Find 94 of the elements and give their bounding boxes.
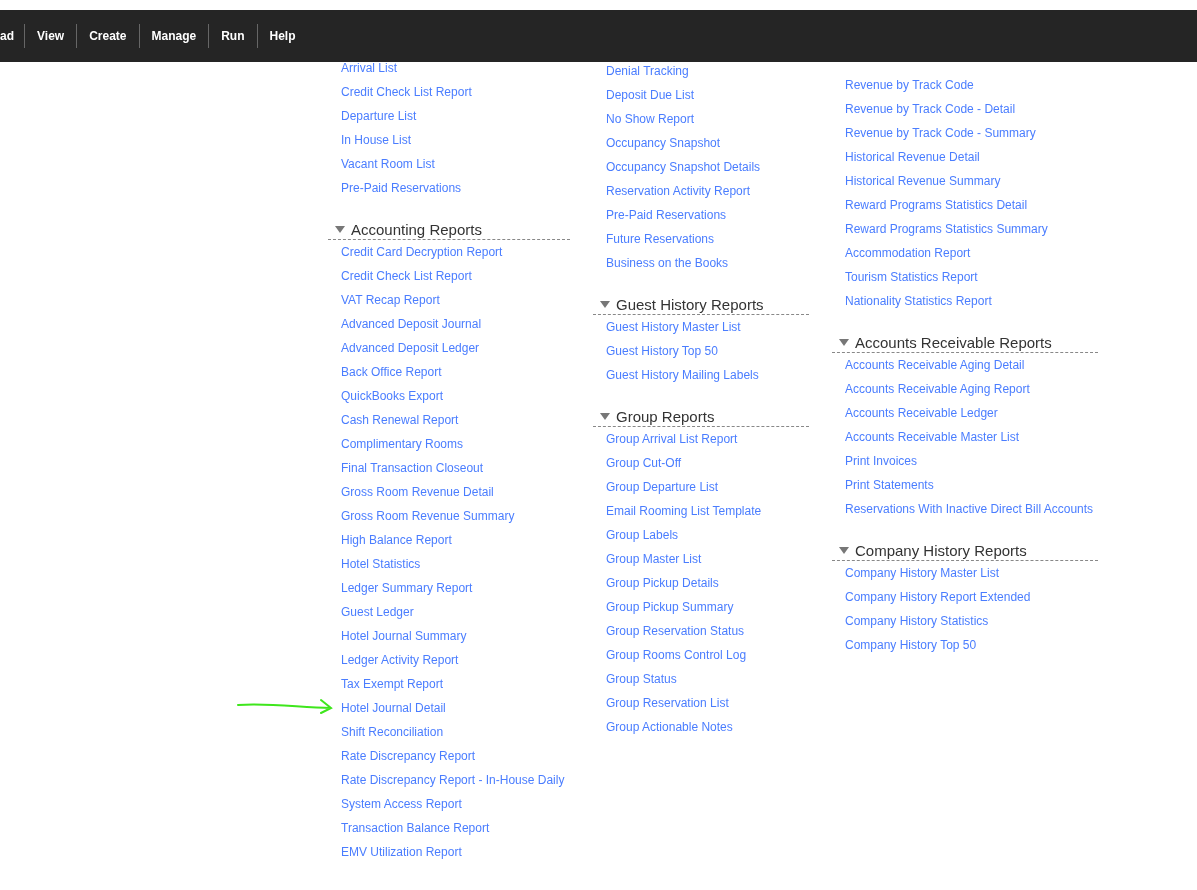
section-heading: Accounting Reports — [351, 221, 482, 237]
report-link[interactable]: Group Pickup Summary — [606, 598, 734, 616]
report-link[interactable]: Reward Programs Statistics Detail — [845, 196, 1028, 214]
report-link[interactable]: Vacant Room List — [341, 155, 435, 173]
report-link[interactable]: Guest History Master List — [606, 318, 741, 336]
report-link[interactable]: Guest Ledger — [341, 603, 414, 621]
report-link[interactable]: Deposit Due List — [606, 86, 695, 104]
menu-item[interactable]: Manage — [139, 27, 209, 45]
collapse-triangle-icon[interactable] — [839, 338, 849, 346]
report-link[interactable]: Advanced Deposit Journal — [341, 315, 482, 333]
report-link[interactable]: Ledger Activity Report — [341, 651, 459, 669]
report-link[interactable]: QuickBooks Export — [341, 387, 444, 405]
report-link[interactable]: Group Arrival List Report — [606, 430, 738, 448]
report-link[interactable]: Cash Renewal Report — [341, 411, 459, 429]
report-link[interactable]: Guest History Mailing Labels — [606, 366, 759, 384]
report-link[interactable]: Revenue by Track Code - Detail — [845, 100, 1016, 118]
report-link[interactable]: System Access Report — [341, 795, 462, 813]
report-link[interactable]: VAT Recap Report — [341, 291, 440, 309]
menu-item[interactable]: ad — [0, 27, 24, 45]
report-link[interactable]: Transaction Balance Report — [341, 819, 490, 837]
report-link[interactable]: Credit Check List Report — [341, 267, 472, 285]
report-link[interactable]: Hotel Statistics — [341, 555, 421, 573]
report-link[interactable]: Occupancy Snapshot — [606, 134, 721, 152]
report-link[interactable]: Hotel Journal Detail — [341, 699, 446, 717]
report-link[interactable]: Rate Discrepancy Report — [341, 747, 476, 765]
report-link[interactable]: Accounts Receivable Aging Detail — [845, 356, 1025, 374]
report-link[interactable]: Historical Revenue Detail — [845, 148, 980, 166]
report-link[interactable]: Reservation Activity Report — [606, 182, 751, 200]
report-link[interactable]: Accounts Receivable Aging Report — [845, 380, 1030, 398]
report-link[interactable]: Group Labels — [606, 526, 679, 544]
report-link[interactable]: Gross Room Revenue Summary — [341, 507, 515, 525]
report-link[interactable]: Rate Discrepancy Report - In-House Daily — [341, 771, 565, 789]
report-link[interactable]: Pre-Paid Reservations — [606, 206, 727, 224]
report-link[interactable]: In House List — [341, 131, 412, 149]
report-link[interactable]: No Show Report — [606, 110, 695, 128]
report-link[interactable]: Nationality Statistics Report — [845, 292, 992, 310]
report-link[interactable]: Revenue by Track Code - Summary — [845, 124, 1036, 142]
collapse-triangle-icon[interactable] — [839, 546, 849, 554]
report-link[interactable]: Occupancy Snapshot Details — [606, 158, 761, 176]
menu-item[interactable]: Help — [257, 27, 308, 45]
report-link[interactable]: Email Rooming List Template — [606, 502, 762, 520]
menu-item[interactable]: Create — [77, 27, 139, 45]
report-link[interactable]: Group Status — [606, 670, 677, 688]
report-link[interactable]: Accounts Receivable Ledger — [845, 404, 998, 422]
report-link[interactable]: Tax Exempt Report — [341, 675, 444, 693]
section-heading: Guest History Reports — [616, 296, 764, 312]
report-link[interactable]: Company History Statistics — [845, 612, 989, 630]
report-link[interactable]: Future Reservations — [606, 230, 715, 248]
report-link[interactable]: Group Reservation List — [606, 694, 729, 712]
report-link[interactable]: Company History Master List — [845, 564, 1000, 582]
menu-item[interactable]: Run — [209, 27, 257, 45]
report-link[interactable]: Denial Tracking — [606, 62, 689, 80]
report-link[interactable]: Credit Check List Report — [341, 83, 472, 101]
report-link[interactable]: High Balance Report — [341, 531, 452, 549]
report-link[interactable]: Pre-Paid Reservations — [341, 179, 462, 197]
report-link[interactable]: Final Transaction Closeout — [341, 459, 484, 477]
report-link[interactable]: Group Rooms Control Log — [606, 646, 747, 664]
collapse-triangle-icon[interactable] — [335, 225, 345, 233]
report-link[interactable]: Gross Room Revenue Detail — [341, 483, 494, 501]
report-link[interactable]: Back Office Report — [341, 363, 442, 381]
report-link[interactable]: Group Cut-Off — [606, 454, 682, 472]
report-link[interactable]: EMV Utilization Report — [341, 843, 462, 861]
report-link[interactable]: Shift Reconciliation — [341, 723, 444, 741]
report-link[interactable]: Print Invoices — [845, 452, 918, 470]
collapse-triangle-icon[interactable] — [600, 412, 610, 420]
report-link[interactable]: Reward Programs Statistics Summary — [845, 220, 1048, 238]
report-link[interactable]: Arrival List — [341, 59, 397, 77]
report-link[interactable]: Ledger Summary Report — [341, 579, 473, 597]
report-link[interactable]: Advanced Deposit Ledger — [341, 339, 480, 357]
report-link[interactable]: Revenue by Track Code — [845, 76, 974, 94]
report-link[interactable]: Group Actionable Notes — [606, 718, 733, 736]
report-link[interactable]: Complimentary Rooms — [341, 435, 464, 453]
report-link[interactable]: Company History Top 50 — [845, 636, 977, 654]
report-link[interactable]: Company History Report Extended — [845, 588, 1031, 606]
report-link[interactable]: Guest History Top 50 — [606, 342, 718, 360]
report-link[interactable]: Group Master List — [606, 550, 702, 568]
report-link[interactable]: Group Departure List — [606, 478, 719, 496]
report-link[interactable]: Print Statements — [845, 476, 934, 494]
report-link[interactable]: Business on the Books — [606, 254, 729, 272]
report-link[interactable]: Historical Revenue Summary — [845, 172, 1001, 190]
report-link[interactable]: Departure List — [341, 107, 417, 125]
section-heading: Group Reports — [616, 408, 715, 424]
report-link[interactable]: Credit Card Decryption Report — [341, 243, 503, 261]
section-heading: Accounts Receivable Reports — [855, 334, 1052, 350]
menu-item[interactable]: View — [25, 27, 77, 45]
report-link[interactable]: Tourism Statistics Report — [845, 268, 978, 286]
report-link[interactable]: Group Pickup Details — [606, 574, 719, 592]
report-link[interactable]: Accommodation Report — [845, 244, 971, 262]
report-link[interactable]: Group Reservation Status — [606, 622, 745, 640]
section-heading: Company History Reports — [855, 542, 1027, 558]
report-link[interactable]: Reservations With Inactive Direct Bill Accounts — [845, 500, 1094, 518]
collapse-triangle-icon[interactable] — [600, 300, 610, 308]
report-link[interactable]: Accounts Receivable Master List — [845, 428, 1020, 446]
report-link[interactable]: Hotel Journal Summary — [341, 627, 467, 645]
